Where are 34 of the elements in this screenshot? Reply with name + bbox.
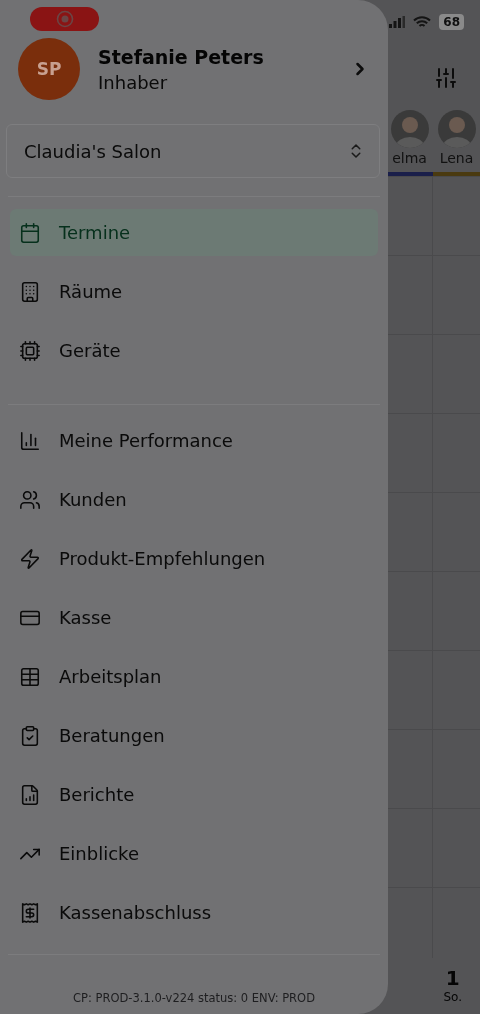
calendar-icon [19,221,41,244]
table-icon [19,665,41,688]
receipt-icon [19,901,41,924]
signal-icon [389,16,406,28]
day-label: So. [443,990,462,1004]
day-number: 1 [445,966,460,990]
staff-name: elma [392,150,427,166]
wifi-icon [413,15,432,29]
menu-item[interactable]: Meine Performance [10,417,378,464]
menu-item[interactable]: Geräte [10,327,378,374]
chip-icon [19,339,41,362]
salon-select[interactable]: Claudia's Salon [6,124,380,178]
avatar: SP [18,38,80,100]
user-role: Inhaber [98,71,169,93]
menu-item[interactable]: Räume [10,268,378,315]
menu-item[interactable]: Kasse [10,594,378,641]
lightning-icon [19,547,41,570]
menu-item[interactable]: Einblicke [10,830,378,877]
menu-item[interactable]: Arbeitsplan [10,653,378,700]
bar-chart-icon [19,429,41,452]
battery-level: 68 [439,14,464,30]
users-icon [19,488,41,511]
menu-item[interactable]: Kunden [10,476,378,523]
menu-item[interactable]: Kassenabschluss [10,889,378,936]
clipboard-check-icon [19,724,41,747]
version-info: CP: PROD-3.1.0-v224 status: 0 ENV: PROD [72,991,316,1007]
menu-item[interactable]: Berichte [10,771,378,818]
report-icon [19,783,41,806]
menu-item[interactable]: Produkt-Empfehlungen [10,535,378,582]
menu-item[interactable]: Beratungen [10,712,378,759]
building-icon [19,280,41,303]
user-name: Stefanie Peters [98,45,265,68]
staff-name: Lena [439,150,474,166]
menu-item[interactable]: Termine [10,209,378,256]
